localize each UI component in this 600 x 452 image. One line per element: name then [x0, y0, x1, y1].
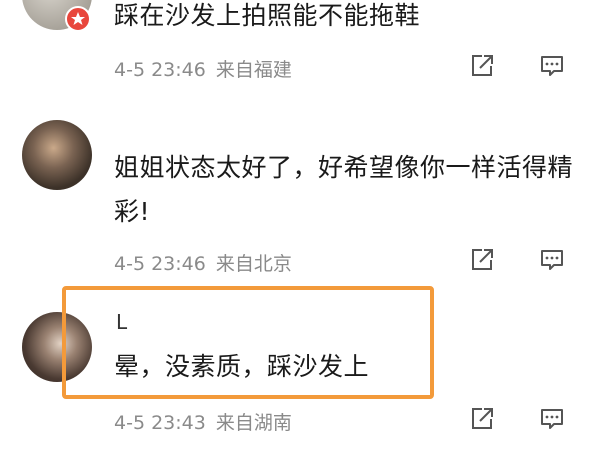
comment-text-line: 姐姐状态太好了，好希望像你一样活得精: [114, 153, 574, 182]
comment-meta: 4-5 23:46 来自福建: [114, 55, 292, 82]
comment-time: 4-5 23:46: [114, 59, 206, 81]
comment-text: 姐姐状态太好了，好希望像你一样活得精 彩!: [114, 148, 573, 232]
comment-text-line: 彩!: [114, 197, 151, 226]
comment-location: 来自湖南: [215, 412, 292, 434]
comment-item: 踩在沙发上拍照能不能拖鞋 4-5 23:46 来自福建: [0, 0, 600, 100]
comment-location: 来自北京: [215, 253, 292, 275]
comment-meta: 4-5 23:46 来自北京: [114, 249, 292, 276]
comment-icon[interactable]: [539, 247, 565, 273]
highlight-box: [62, 286, 434, 399]
share-icon[interactable]: [469, 247, 495, 273]
avatar[interactable]: [22, 120, 92, 190]
comment-time: 4-5 23:43: [114, 412, 206, 434]
comment-item: 姐姐状态太好了，好希望像你一样活得精 彩! 4-5 23:46 来自北京: [0, 110, 600, 280]
comment-icon[interactable]: [539, 53, 565, 79]
comment-text: 踩在沙发上拍照能不能拖鞋: [114, 1, 421, 30]
comment-icon[interactable]: [539, 406, 565, 432]
star-badge-icon: [65, 6, 91, 32]
comment-location: 来自福建: [215, 59, 292, 81]
share-icon[interactable]: [469, 406, 495, 432]
comment-meta: 4-5 23:43 来自湖南: [114, 408, 292, 435]
share-icon[interactable]: [469, 53, 495, 79]
comment-time: 4-5 23:46: [114, 253, 206, 275]
